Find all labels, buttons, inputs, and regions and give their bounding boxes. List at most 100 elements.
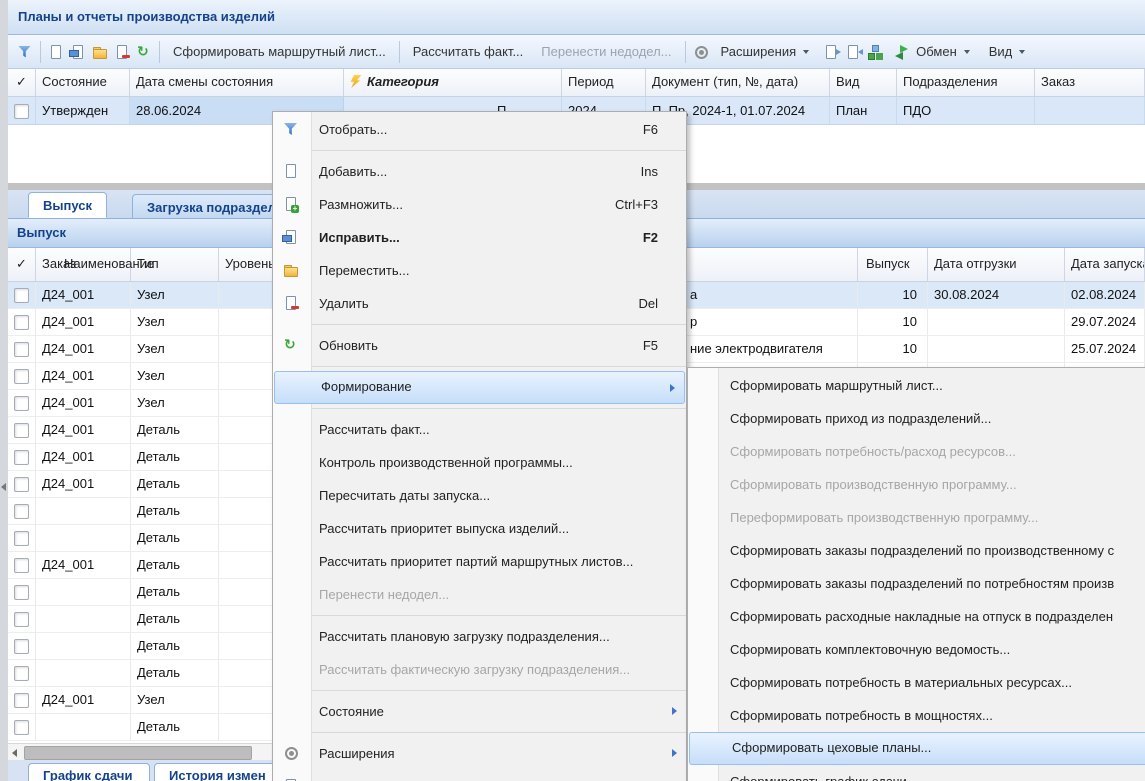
row-checkbox[interactable] bbox=[14, 450, 29, 465]
submenu-item-incoming[interactable]: Сформировать приход из подразделений... bbox=[688, 402, 1145, 435]
row-checkbox[interactable] bbox=[14, 369, 29, 384]
order-cell bbox=[36, 714, 131, 740]
submenu-arrow-icon bbox=[670, 384, 675, 392]
qty-cell: 10 bbox=[858, 309, 928, 335]
column-order[interactable]: Заказ bbox=[1035, 69, 1145, 96]
refresh-icon[interactable] bbox=[136, 44, 152, 60]
row-checkbox[interactable] bbox=[14, 585, 29, 600]
menu-item-priority-batches[interactable]: Рассчитать приоритет партий маршрутных л… bbox=[273, 545, 686, 578]
column-document[interactable]: Документ (тип, №, дата) bbox=[646, 69, 830, 96]
extensions-gear-icon[interactable] bbox=[693, 44, 709, 60]
menu-item-extensions[interactable]: Расширения bbox=[273, 737, 686, 770]
row-checkbox[interactable] bbox=[14, 423, 29, 438]
row-checkbox[interactable] bbox=[14, 531, 29, 546]
menu-item-move[interactable]: Переместить... bbox=[273, 254, 686, 287]
context-menu: Отобрать... F6 Добавить... Ins Размножит… bbox=[272, 111, 687, 781]
type-cell: Узел bbox=[131, 687, 219, 713]
menu-separator bbox=[273, 404, 686, 413]
row-checkbox[interactable] bbox=[14, 396, 29, 411]
scrollbar-thumb[interactable] bbox=[24, 746, 252, 760]
departments-cell: ПДО bbox=[897, 97, 1035, 124]
scroll-left-icon[interactable] bbox=[12, 749, 17, 757]
menu-item-program-control[interactable]: Контроль производственной программы... bbox=[273, 446, 686, 479]
column-ship-date[interactable]: Дата отгрузки bbox=[928, 248, 1065, 281]
row-checkbox[interactable] bbox=[14, 666, 29, 681]
toolbar-separator bbox=[159, 41, 160, 63]
order-cell: Д24_001 bbox=[36, 687, 131, 713]
row-checkbox-cell bbox=[8, 633, 36, 659]
tab-vypusk[interactable]: Выпуск bbox=[28, 192, 107, 218]
column-launch-date[interactable]: Дата запуска bbox=[1065, 248, 1145, 281]
delete-icon[interactable] bbox=[114, 44, 130, 60]
calc-fact-button[interactable]: Рассчитать факт... bbox=[404, 40, 533, 64]
exchange-icon[interactable] bbox=[894, 44, 910, 60]
column-check[interactable]: ✓ bbox=[8, 69, 36, 96]
filter-icon bbox=[283, 121, 299, 137]
view-dropdown[interactable]: Вид bbox=[980, 40, 1015, 64]
menu-item-refresh[interactable]: Обновить F5 bbox=[273, 329, 686, 362]
export-doc-icon[interactable] bbox=[823, 44, 839, 60]
row-checkbox[interactable] bbox=[14, 288, 29, 303]
order-cell bbox=[36, 660, 131, 686]
column-check[interactable]: ✓ bbox=[8, 248, 36, 281]
submenu-arrow-icon bbox=[672, 707, 677, 715]
submenu-item-material-demand[interactable]: Сформировать потребность в материальных … bbox=[688, 666, 1145, 699]
menu-item-edit[interactable]: Исправить... F2 bbox=[273, 221, 686, 254]
menu-item-state[interactable]: Состояние bbox=[273, 695, 686, 728]
menu-item-add[interactable]: Добавить... Ins bbox=[273, 155, 686, 188]
column-qty[interactable]: Выпуск bbox=[858, 248, 928, 281]
column-kind[interactable]: Вид bbox=[830, 69, 897, 96]
submenu-item-capacity-demand[interactable]: Сформировать потребность в мощностях... bbox=[688, 699, 1145, 732]
submenu-item-orders-by-demand[interactable]: Сформировать заказы подразделений по пот… bbox=[688, 567, 1145, 600]
column-period[interactable]: Период bbox=[562, 69, 646, 96]
column-departments[interactable]: Подразделения bbox=[897, 69, 1035, 96]
row-checkbox[interactable] bbox=[14, 639, 29, 654]
submenu-item-route-list[interactable]: Сформировать маршрутный лист... bbox=[688, 369, 1145, 402]
import-doc-icon[interactable] bbox=[845, 44, 861, 60]
toolbar-separator bbox=[685, 41, 686, 63]
row-checkbox[interactable] bbox=[14, 612, 29, 627]
menu-item-priority-products[interactable]: Рассчитать приоритет выпуска изделий... bbox=[273, 512, 686, 545]
column-state[interactable]: Состояние bbox=[36, 69, 130, 96]
row-checkbox[interactable] bbox=[14, 720, 29, 735]
extensions-dropdown[interactable]: Расширения bbox=[712, 40, 799, 64]
menu-separator bbox=[273, 686, 686, 695]
menu-item-duplicate[interactable]: Размножить... Ctrl+F3 bbox=[273, 188, 686, 221]
move-icon[interactable] bbox=[92, 44, 108, 60]
row-checkbox[interactable] bbox=[14, 693, 29, 708]
row-checkbox[interactable] bbox=[14, 104, 29, 119]
column-state-date[interactable]: Дата смены состояния bbox=[130, 69, 344, 96]
menu-item-filter[interactable]: Отобрать... F6 bbox=[273, 113, 686, 146]
filter-icon[interactable] bbox=[17, 44, 33, 60]
menu-item-delete[interactable]: Удалить Del bbox=[273, 287, 686, 320]
menu-item-calc-fact[interactable]: Рассчитать факт... bbox=[273, 413, 686, 446]
submenu-item-picking-list[interactable]: Сформировать комплектовочную ведомость..… bbox=[688, 633, 1145, 666]
row-checkbox[interactable] bbox=[14, 558, 29, 573]
submenu-item-shop-plans[interactable]: Сформировать цеховые планы... bbox=[689, 732, 1145, 765]
generate-route-list-button[interactable]: Сформировать маршрутный лист... bbox=[164, 40, 395, 64]
submenu-item-production-program: Сформировать производственную программу.… bbox=[688, 468, 1145, 501]
hierarchy-icon[interactable] bbox=[867, 44, 883, 60]
row-checkbox-cell bbox=[8, 687, 36, 713]
tab-schedule[interactable]: График сдачи bbox=[28, 763, 150, 781]
menu-item-formation[interactable]: Формирование bbox=[274, 371, 685, 404]
delete-icon bbox=[283, 295, 299, 311]
submenu-item-orders-by-structure[interactable]: Сформировать заказы подразделений по про… bbox=[688, 534, 1145, 567]
submenu-item-expense-invoices[interactable]: Сформировать расходные накладные на отпу… bbox=[688, 600, 1145, 633]
row-checkbox[interactable] bbox=[14, 477, 29, 492]
row-checkbox-cell bbox=[8, 444, 36, 470]
menu-item-links[interactable]: Связи bbox=[273, 770, 686, 781]
row-checkbox[interactable] bbox=[14, 504, 29, 519]
menu-item-recalc-launch-dates[interactable]: Пересчитать даты запуска... bbox=[273, 479, 686, 512]
menu-separator bbox=[273, 362, 686, 371]
ship-date-cell bbox=[928, 336, 1065, 362]
column-category[interactable]: Категория bbox=[344, 69, 562, 96]
exchange-dropdown[interactable]: Обмен bbox=[913, 40, 959, 64]
row-checkbox[interactable] bbox=[14, 315, 29, 330]
submenu-item-delivery-schedule[interactable]: Сформировать график сдачи... bbox=[688, 765, 1145, 781]
menu-separator bbox=[273, 611, 686, 620]
add-icon[interactable] bbox=[48, 44, 64, 60]
menu-item-planned-load[interactable]: Рассчитать плановую загрузку подразделен… bbox=[273, 620, 686, 653]
row-checkbox[interactable] bbox=[14, 342, 29, 357]
edit-icon[interactable] bbox=[70, 44, 86, 60]
